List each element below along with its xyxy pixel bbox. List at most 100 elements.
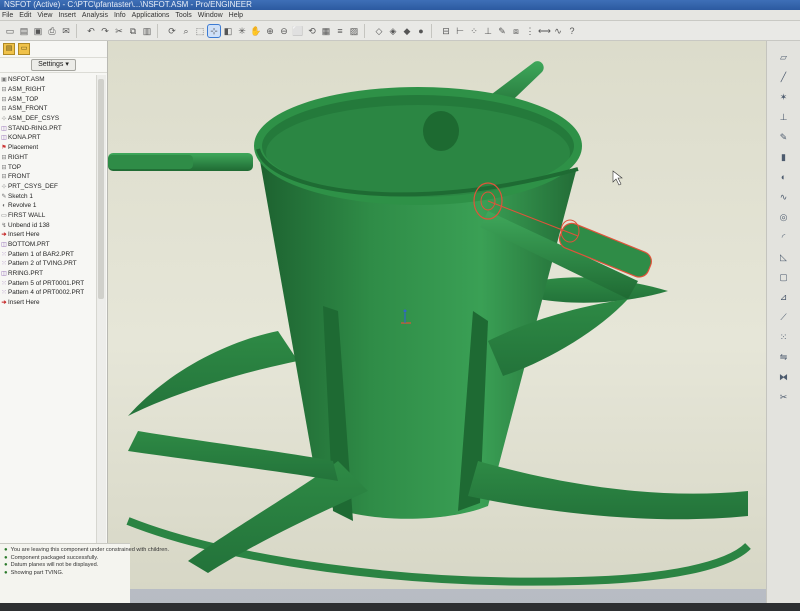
analysis-icon[interactable]: ∿ bbox=[552, 25, 564, 37]
datum-axes-icon[interactable]: ⊢ bbox=[454, 25, 466, 37]
tree-item[interactable]: ⊟ ASM_RIGHT bbox=[0, 85, 96, 95]
menu-insert[interactable]: Insert bbox=[58, 10, 76, 20]
select-icon[interactable]: ⬚ bbox=[194, 25, 206, 37]
tree-item[interactable]: ⊟ ASM_TOP bbox=[0, 94, 96, 104]
menu-window[interactable]: Window bbox=[198, 10, 223, 20]
tree-item[interactable]: ➔ Insert Here bbox=[0, 298, 96, 308]
email-icon[interactable]: ✉ bbox=[60, 25, 72, 37]
christmas-tree-stand-model[interactable] bbox=[108, 41, 766, 589]
hidden-line-icon[interactable]: ◈ bbox=[387, 25, 399, 37]
menu-view[interactable]: View bbox=[37, 10, 52, 20]
sweep-tool-icon[interactable]: ∿ bbox=[778, 191, 790, 203]
shading-icon[interactable]: ● bbox=[415, 25, 427, 37]
side-left-leg[interactable] bbox=[128, 431, 338, 481]
tree-item[interactable]: ⁙ Pattern 1 of BAR2.PRT bbox=[0, 249, 96, 259]
extrude-tool-icon[interactable]: ▮ bbox=[778, 151, 790, 163]
shell-tool-icon[interactable]: ▢ bbox=[778, 271, 790, 283]
component-icon[interactable]: ⧈ bbox=[510, 25, 522, 37]
scroll-thumb[interactable] bbox=[98, 79, 104, 299]
mirror-tool-icon[interactable]: ⇋ bbox=[778, 351, 790, 363]
tree-item[interactable]: ◫ STAND-RING.PRT bbox=[0, 123, 96, 133]
menu-help[interactable]: Help bbox=[229, 10, 243, 20]
tree-item[interactable]: ◫ BOTTOM.PRT bbox=[0, 240, 96, 250]
saved-views-icon[interactable]: ▦ bbox=[320, 25, 332, 37]
tree-item[interactable]: ⁙ Pattern 5 of PRT0001.PRT bbox=[0, 278, 96, 288]
tree-item[interactable]: ⊹ ASM_DEF_CSYS bbox=[0, 114, 96, 124]
tree-item[interactable]: ✎ Sketch 1 bbox=[0, 191, 96, 201]
measure-icon[interactable]: ⟷ bbox=[538, 25, 551, 37]
zoom-out-icon[interactable]: ⊖ bbox=[278, 25, 290, 37]
menu-info[interactable]: Info bbox=[114, 10, 126, 20]
datum-planes-icon[interactable]: ⊟ bbox=[440, 25, 452, 37]
find-icon[interactable]: ⌕ bbox=[180, 25, 192, 37]
csys-tool-icon[interactable]: ⊥ bbox=[778, 111, 790, 123]
spin-center-icon[interactable]: ✳ bbox=[236, 25, 248, 37]
selection-filter-icon[interactable]: ⊹ bbox=[207, 23, 221, 38]
tree-item[interactable]: ⁙ Pattern 2 of TVING.PRT bbox=[0, 259, 96, 269]
view-manager-icon[interactable]: ▨ bbox=[348, 25, 360, 37]
datum-points-icon[interactable]: ⁘ bbox=[468, 25, 480, 37]
model-tree-icon[interactable]: ⋮ bbox=[524, 25, 536, 37]
annotations-icon[interactable]: ✎ bbox=[496, 25, 508, 37]
merge-tool-icon[interactable]: ⧓ bbox=[778, 371, 790, 383]
refit-icon[interactable]: ⬜ bbox=[292, 25, 304, 37]
paste-icon[interactable]: ▥ bbox=[141, 25, 153, 37]
menu-applications[interactable]: Applications bbox=[132, 10, 170, 20]
tree-item[interactable]: ◫ KONA.PRT bbox=[0, 133, 96, 143]
orient-mode-icon[interactable]: ✋ bbox=[250, 25, 262, 37]
settings-dropdown[interactable]: Settings ▾ bbox=[31, 59, 76, 71]
front-left-leg[interactable] bbox=[188, 461, 368, 573]
tree-item[interactable]: ⊟ TOP bbox=[0, 162, 96, 172]
reorient-icon[interactable]: ⟲ bbox=[306, 25, 318, 37]
front-right-leg[interactable] bbox=[468, 461, 748, 520]
save-icon[interactable]: ▣ bbox=[32, 25, 44, 37]
tree-item[interactable]: ⚑ Placement bbox=[0, 143, 96, 153]
repaint-icon[interactable]: ◧ bbox=[222, 25, 234, 37]
redo-icon[interactable]: ↷ bbox=[99, 25, 111, 37]
layers-icon[interactable]: ≡ bbox=[334, 25, 346, 37]
tree-item[interactable]: ◫ RRING.PRT bbox=[0, 269, 96, 279]
copy-icon[interactable]: ⧉ bbox=[127, 25, 139, 37]
menu-tools[interactable]: Tools bbox=[175, 10, 191, 20]
tree-item[interactable]: ▭ FIRST WALL bbox=[0, 211, 96, 221]
datum-point-tool-icon[interactable]: ✶ bbox=[778, 91, 790, 103]
undo-icon[interactable]: ↶ bbox=[85, 25, 97, 37]
folder-browser-icon[interactable]: ▭ bbox=[18, 43, 30, 55]
print-icon[interactable]: ⎙ bbox=[46, 25, 58, 37]
tree-item[interactable]: ➔ Insert Here bbox=[0, 230, 96, 240]
menu-edit[interactable]: Edit bbox=[19, 10, 31, 20]
tree-item[interactable]: ⊟ RIGHT bbox=[0, 153, 96, 163]
hole-tool-icon[interactable]: ◎ bbox=[778, 211, 790, 223]
wireframe-icon[interactable]: ◇ bbox=[373, 25, 385, 37]
sketch-tool-icon[interactable]: ✎ bbox=[778, 131, 790, 143]
tree-item[interactable]: ⁙ Pattern 4 of PRT0002.PRT bbox=[0, 288, 96, 298]
draft-tool-icon[interactable]: ⟋ bbox=[778, 311, 790, 323]
open-folder-icon[interactable]: ▤ bbox=[18, 25, 30, 37]
round-tool-icon[interactable]: ◜ bbox=[778, 231, 790, 243]
context-help-icon[interactable]: ? bbox=[566, 25, 578, 37]
new-file-icon[interactable]: ▭ bbox=[4, 25, 16, 37]
left-back-leg[interactable] bbox=[128, 331, 298, 416]
show-model-tree-icon[interactable]: ▤ bbox=[3, 43, 15, 55]
tree-scrollbar[interactable] bbox=[96, 75, 106, 555]
no-hidden-icon[interactable]: ◆ bbox=[401, 25, 413, 37]
cut-icon[interactable]: ✂ bbox=[113, 25, 125, 37]
datum-plane-tool-icon[interactable]: ▱ bbox=[778, 51, 790, 63]
rib-tool-icon[interactable]: ⊿ bbox=[778, 291, 790, 303]
trim-tool-icon[interactable]: ✂ bbox=[778, 391, 790, 403]
datum-axis-tool-icon[interactable]: ╱ bbox=[778, 71, 790, 83]
chamfer-tool-icon[interactable]: ◺ bbox=[778, 251, 790, 263]
graphics-viewport[interactable] bbox=[108, 41, 766, 589]
regenerate-icon[interactable]: ⟳ bbox=[166, 25, 178, 37]
tree-item[interactable]: ↯ Unbend id 138 bbox=[0, 220, 96, 230]
zoom-in-icon[interactable]: ⊕ bbox=[264, 25, 276, 37]
tree-item[interactable]: ◐ Revolve 1 bbox=[0, 201, 96, 211]
pattern-tool-icon[interactable]: ⁙ bbox=[778, 331, 790, 343]
tree-item[interactable]: ⊹ PRT_CSYS_DEF bbox=[0, 182, 96, 192]
menu-file[interactable]: File bbox=[2, 10, 13, 20]
menu-analysis[interactable]: Analysis bbox=[82, 10, 108, 20]
tree-item[interactable]: ▣ NSFOT.ASM bbox=[0, 75, 96, 85]
coordinate-systems-icon[interactable]: ⊥ bbox=[482, 25, 494, 37]
tree-item[interactable]: ⊟ FRONT bbox=[0, 172, 96, 182]
tree-item[interactable]: ⊟ ASM_FRONT bbox=[0, 104, 96, 114]
